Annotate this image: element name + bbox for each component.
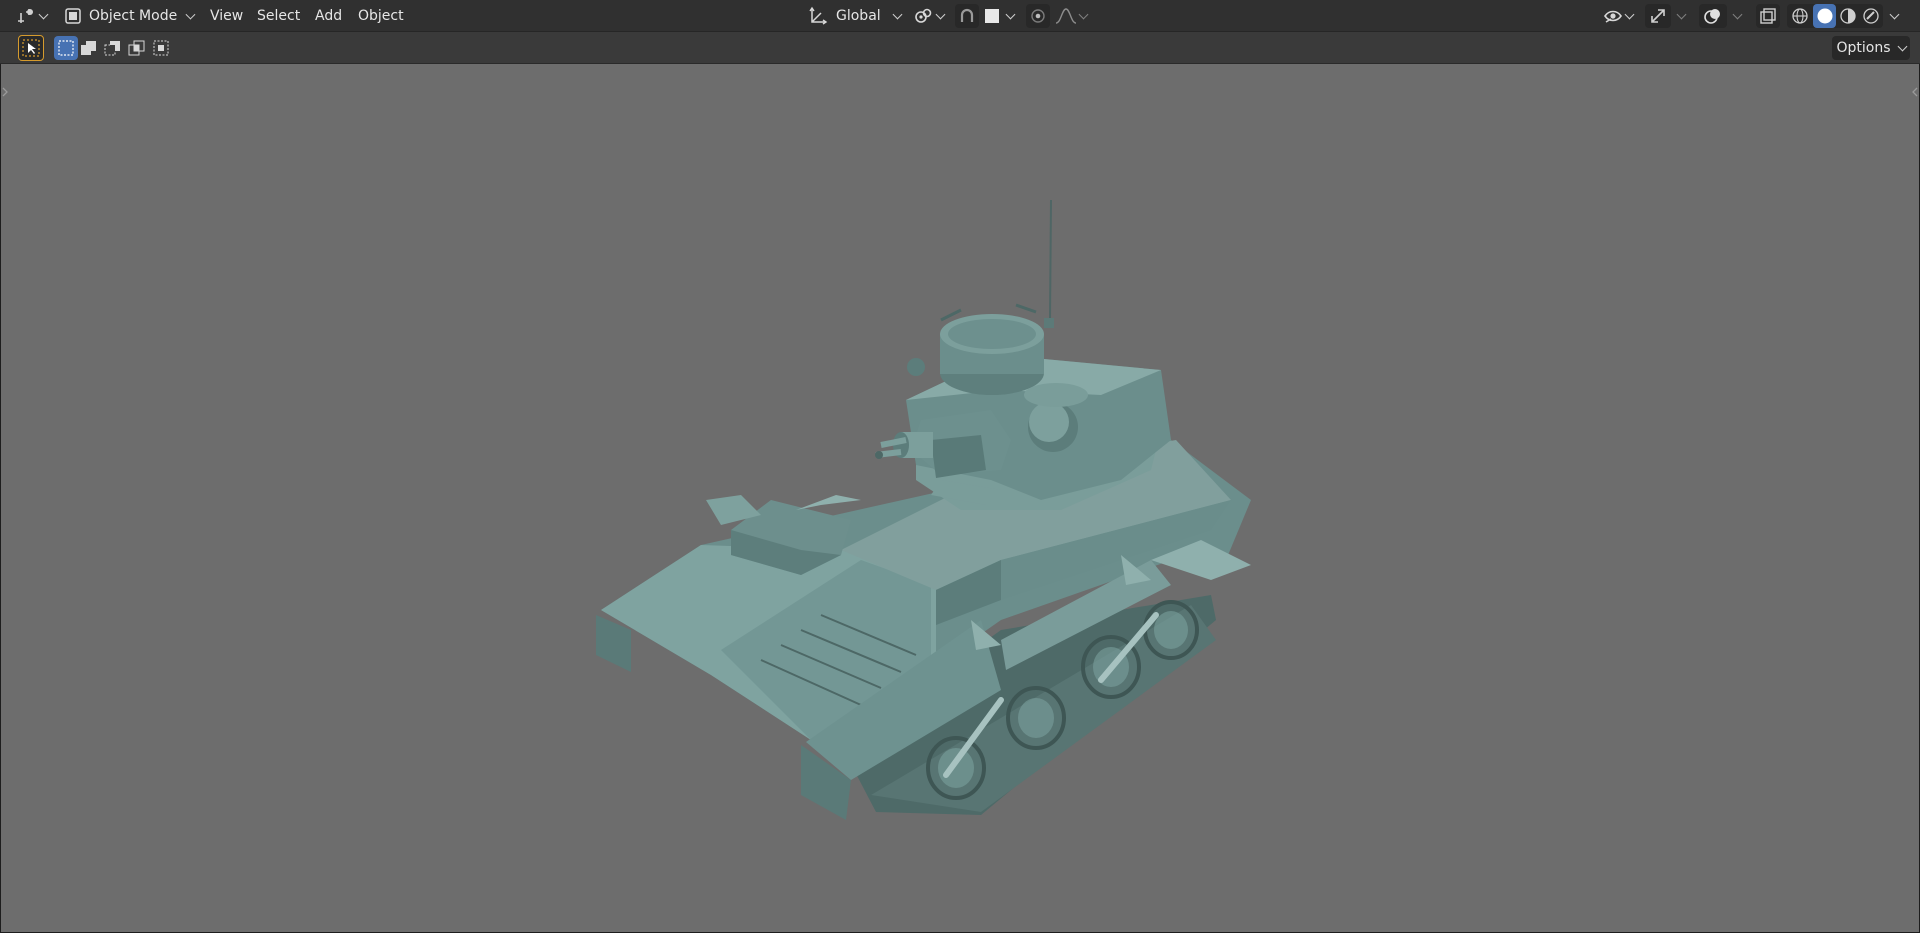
active-tool-button[interactable] bbox=[18, 35, 44, 61]
visibility-dropdown[interactable] bbox=[1600, 4, 1636, 28]
chevron-down-icon bbox=[38, 9, 48, 19]
3d-viewport[interactable] bbox=[1, 64, 1919, 932]
chevron-down-icon bbox=[935, 9, 946, 19]
rendered-icon bbox=[1862, 7, 1880, 25]
eye-icon bbox=[1603, 7, 1623, 25]
falloff-dropdown[interactable] bbox=[1052, 4, 1090, 28]
gizmo-toggle[interactable] bbox=[1645, 4, 1671, 28]
mode-dropdown[interactable]: Object Mode bbox=[58, 4, 196, 28]
select-mode-extend[interactable] bbox=[78, 36, 100, 60]
select-invert-icon bbox=[152, 39, 170, 57]
editor-type-button[interactable] bbox=[10, 4, 52, 28]
select-new-icon bbox=[57, 39, 75, 57]
mode-label: Object Mode bbox=[89, 8, 178, 24]
proportional-edit-toggle[interactable] bbox=[1026, 4, 1050, 28]
gizmo-dropdown[interactable] bbox=[1673, 4, 1689, 28]
select-subtract-icon bbox=[104, 39, 122, 57]
chevron-down-icon bbox=[185, 9, 196, 19]
gizmo-icon bbox=[1648, 6, 1668, 26]
transform-orientation-dropdown[interactable]: Global bbox=[802, 4, 903, 28]
orientation-label: Global bbox=[836, 8, 881, 24]
select-intersect-icon bbox=[128, 39, 146, 57]
chevron-down-icon bbox=[1005, 9, 1016, 19]
select-mode-invert[interactable] bbox=[150, 36, 172, 60]
shading-solid-button[interactable] bbox=[1813, 4, 1836, 28]
tank-model[interactable] bbox=[1, 64, 1919, 932]
shading-dropdown[interactable] bbox=[1884, 4, 1904, 28]
snap-icon bbox=[958, 7, 976, 25]
xray-toggle[interactable] bbox=[1756, 4, 1780, 28]
viewport-header: Object Mode View Select Add Object Globa… bbox=[0, 0, 1920, 32]
snap-target-dropdown[interactable] bbox=[980, 4, 1018, 28]
menu-object[interactable]: Object bbox=[351, 4, 411, 28]
orientation-icon bbox=[808, 6, 828, 26]
chevron-down-icon bbox=[1676, 9, 1686, 19]
pivot-point-dropdown[interactable] bbox=[912, 4, 946, 28]
pivot-icon bbox=[914, 7, 934, 25]
snap-target-icon bbox=[984, 8, 1000, 24]
chevron-down-icon bbox=[1078, 9, 1089, 19]
chevron-down-icon bbox=[892, 9, 903, 19]
solid-shading-icon bbox=[1816, 7, 1834, 25]
chevron-down-icon bbox=[1624, 9, 1635, 19]
proportional-edit-icon bbox=[1029, 7, 1047, 25]
menu-select[interactable]: Select bbox=[250, 4, 307, 28]
chevron-down-icon bbox=[1897, 41, 1907, 51]
editor-type-icon bbox=[16, 7, 36, 25]
wireframe-icon bbox=[1791, 7, 1809, 25]
chevron-down-icon bbox=[1732, 9, 1742, 19]
falloff-icon bbox=[1055, 7, 1077, 25]
menu-view[interactable]: View bbox=[203, 4, 250, 28]
options-label: Options bbox=[1836, 40, 1891, 56]
overlay-icon bbox=[1703, 6, 1723, 26]
overlay-toggle[interactable] bbox=[1699, 4, 1727, 28]
material-preview-icon bbox=[1839, 7, 1857, 25]
chevron-down-icon bbox=[1889, 9, 1899, 19]
snap-toggle[interactable] bbox=[955, 4, 979, 28]
object-mode-icon bbox=[64, 7, 82, 25]
select-mode-intersect[interactable] bbox=[126, 36, 148, 60]
shading-rendered-button[interactable] bbox=[1860, 4, 1882, 28]
select-mode-subtract[interactable] bbox=[102, 36, 124, 60]
select-mode-new[interactable] bbox=[54, 36, 78, 60]
tool-settings-bar: Options bbox=[0, 32, 1920, 64]
shading-wireframe-button[interactable] bbox=[1789, 4, 1811, 28]
xray-icon bbox=[1759, 7, 1777, 25]
overlay-dropdown[interactable] bbox=[1729, 4, 1745, 28]
options-dropdown[interactable]: Options bbox=[1832, 36, 1910, 60]
select-box-icon bbox=[22, 39, 40, 57]
shading-material-button[interactable] bbox=[1837, 4, 1859, 28]
menu-add[interactable]: Add bbox=[308, 4, 349, 28]
select-extend-icon bbox=[80, 39, 98, 57]
